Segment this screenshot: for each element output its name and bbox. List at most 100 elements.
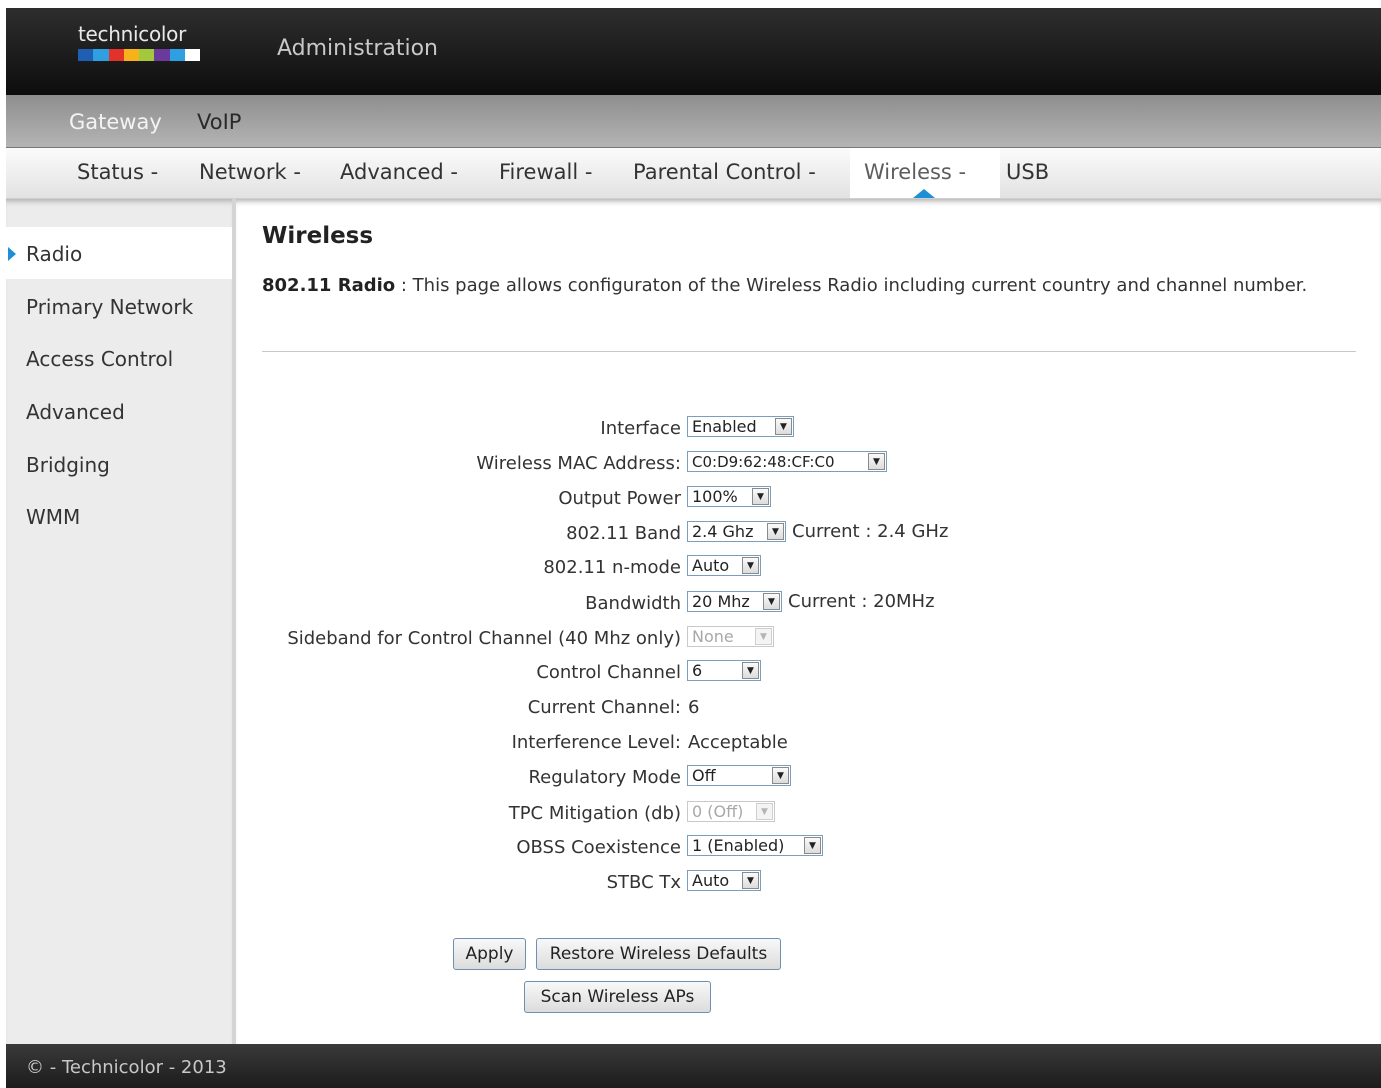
section-tab-wireless[interactable]: Wireless -: [864, 160, 966, 184]
product-tab-voip[interactable]: VoIP: [197, 110, 241, 134]
bandwidth-value: 20 Mhz: [692, 592, 750, 611]
stbc-label: STBC Tx: [606, 872, 681, 893]
row-mac: Wireless MAC Address: C0:D9:62:48:CF:C0 …: [236, 451, 1381, 481]
regulatory-value: Off: [692, 766, 716, 785]
row-tpc: TPC Mitigation (db) 0 (Off) ▼: [236, 801, 1381, 831]
obss-value: 1 (Enabled): [692, 836, 785, 855]
main-content: Wireless 802.11 Radio : This page allows…: [236, 199, 1381, 1044]
logo-text: technicolor: [78, 22, 186, 46]
interface-label: Interface: [600, 418, 681, 439]
control-channel-value: 6: [692, 661, 703, 680]
product-tab-gateway[interactable]: Gateway: [69, 110, 162, 134]
current-channel-label: Current Channel:: [527, 697, 681, 718]
chevron-down-icon: ▼: [742, 662, 759, 679]
page-description: 802.11 Radio : This page allows configur…: [262, 271, 1322, 300]
tpc-label: TPC Mitigation (db): [508, 803, 681, 824]
product-menu: Gateway VoIP: [6, 95, 1381, 148]
page-title: Wireless: [262, 223, 374, 249]
section-tab-firewall[interactable]: Firewall -: [499, 160, 592, 184]
row-interference: Interference Level: Acceptable: [236, 730, 1381, 760]
row-nmode: 802.11 n-mode Auto ▼: [236, 555, 1381, 585]
sidebar-item-advanced[interactable]: Advanced: [26, 400, 125, 424]
mac-value: C0:D9:62:48:CF:C0: [692, 452, 835, 471]
mac-select[interactable]: C0:D9:62:48:CF:C0 ▼: [687, 451, 887, 472]
bandwidth-current: Current : 20MHz: [788, 591, 935, 612]
bandwidth-select[interactable]: 20 Mhz ▼: [687, 591, 782, 612]
control-channel-label: Control Channel: [536, 662, 681, 683]
band-select[interactable]: 2.4 Ghz ▼: [687, 521, 786, 542]
chevron-down-icon: ▼: [752, 488, 769, 505]
section-tab-network[interactable]: Network -: [199, 160, 301, 184]
obss-select[interactable]: 1 (Enabled) ▼: [687, 835, 823, 856]
interference-label: Interference Level:: [511, 732, 681, 753]
control-channel-select[interactable]: 6 ▼: [687, 660, 761, 681]
chevron-down-icon: ▼: [868, 453, 885, 470]
sideband-value: None: [692, 627, 734, 646]
bandwidth-label: Bandwidth: [585, 593, 681, 614]
window-top-edge: [0, 0, 1381, 8]
row-bandwidth: Bandwidth 20 Mhz ▼ Current : 20MHz: [236, 591, 1381, 621]
current-channel-value: 6: [688, 697, 700, 718]
row-band: 802.11 Band 2.4 Ghz ▼ Current : 2.4 GHz: [236, 521, 1381, 551]
row-obss: OBSS Coexistence 1 (Enabled) ▼: [236, 835, 1381, 865]
obss-label: OBSS Coexistence: [516, 837, 681, 858]
sidebar-item-wmm[interactable]: WMM: [26, 505, 80, 529]
chevron-down-icon: ▼: [756, 803, 773, 820]
row-stbc: STBC Tx Auto ▼: [236, 870, 1381, 900]
stbc-value: Auto: [692, 871, 730, 890]
section-tab-usb[interactable]: USB: [1006, 160, 1049, 184]
chevron-down-icon: ▼: [804, 837, 821, 854]
nmode-label: 802.11 n-mode: [543, 557, 681, 578]
sideband-select[interactable]: None ▼: [687, 626, 774, 647]
footer: © - Technicolor - 2013: [6, 1044, 1381, 1088]
sidebar-item-bridging[interactable]: Bridging: [26, 453, 110, 477]
chevron-down-icon: ▼: [755, 628, 772, 645]
chevron-down-icon: ▼: [742, 557, 759, 574]
scan-wireless-aps-button[interactable]: Scan Wireless APs: [524, 981, 711, 1013]
row-current-channel: Current Channel: 6: [236, 695, 1381, 725]
restore-defaults-button[interactable]: Restore Wireless Defaults: [536, 938, 781, 970]
mac-label: Wireless MAC Address:: [476, 453, 681, 474]
row-control-channel: Control Channel 6 ▼: [236, 660, 1381, 690]
sidebar-item-primary-network[interactable]: Primary Network: [26, 295, 193, 319]
stbc-select[interactable]: Auto ▼: [687, 870, 761, 891]
logo-color-bar: [78, 49, 200, 61]
band-current: Current : 2.4 GHz: [792, 521, 949, 542]
row-sideband: Sideband for Control Channel (40 Mhz onl…: [236, 626, 1381, 656]
section-tab-advanced[interactable]: Advanced -: [340, 160, 458, 184]
tpc-value: 0 (Off): [692, 802, 744, 821]
section-tab-status[interactable]: Status -: [77, 160, 158, 184]
description-heading: 802.11 Radio: [262, 275, 396, 296]
chevron-down-icon: ▼: [742, 872, 759, 889]
row-regulatory: Regulatory Mode Off ▼: [236, 765, 1381, 795]
regulatory-label: Regulatory Mode: [528, 767, 681, 788]
section-divider: [262, 351, 1356, 352]
band-label: 802.11 Band: [566, 523, 681, 544]
top-header: technicolor Administration: [6, 8, 1381, 95]
output-power-value: 100%: [692, 487, 738, 506]
nmode-select[interactable]: Auto ▼: [687, 555, 761, 576]
tpc-select[interactable]: 0 (Off) ▼: [687, 801, 775, 822]
interface-value: Enabled: [692, 417, 757, 436]
output-power-select[interactable]: 100% ▼: [687, 486, 771, 507]
section-tab-parental-control[interactable]: Parental Control -: [633, 160, 816, 184]
sideband-label: Sideband for Control Channel (40 Mhz onl…: [287, 628, 681, 649]
chevron-down-icon: ▼: [763, 593, 780, 610]
nmode-value: Auto: [692, 556, 730, 575]
apply-button[interactable]: Apply: [453, 938, 526, 970]
row-output-power: Output Power 100% ▼: [236, 486, 1381, 516]
sidebar-active-arrow-icon: [8, 247, 16, 261]
description-text: : This page allows configuraton of the W…: [395, 275, 1308, 296]
interference-value: Acceptable: [688, 732, 788, 753]
sidebar-item-radio[interactable]: Radio: [26, 242, 82, 266]
output-power-label: Output Power: [558, 488, 681, 509]
administration-title[interactable]: Administration: [277, 36, 438, 61]
interface-select[interactable]: Enabled ▼: [687, 416, 794, 437]
chevron-down-icon: ▼: [775, 418, 792, 435]
sidebar-item-access-control[interactable]: Access Control: [26, 347, 173, 371]
technicolor-logo[interactable]: technicolor: [78, 22, 200, 61]
left-sidebar: Radio Primary Network Access Control Adv…: [6, 199, 236, 1044]
regulatory-select[interactable]: Off ▼: [687, 765, 791, 786]
band-value: 2.4 Ghz: [692, 522, 754, 541]
footer-copyright: © - Technicolor - 2013: [26, 1057, 227, 1078]
